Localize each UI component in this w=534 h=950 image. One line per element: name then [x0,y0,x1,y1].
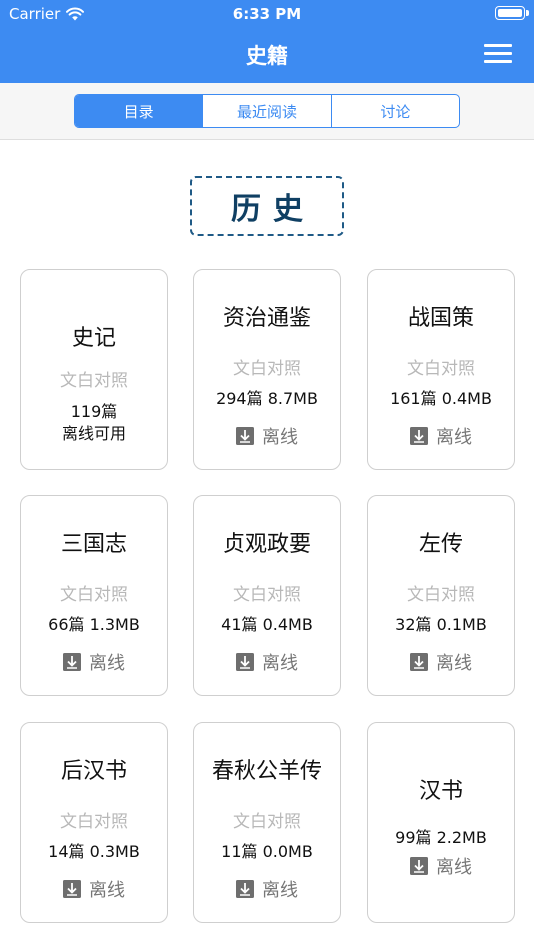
download-icon [63,653,81,671]
download-button[interactable]: 离线 [368,853,514,879]
status-time: 6:33 PM [232,5,302,23]
book-title: 贞观政要 [222,532,311,557]
download-button[interactable]: 离线 [21,876,167,902]
download-label: 离线 [436,653,472,674]
book-info: 119篇 离线可用 [21,401,167,445]
book-subtitle: 文白对照 [233,585,301,605]
book-subtitle: 文白对照 [60,371,128,391]
book-subtitle: 文白对照 [407,359,475,379]
download-button[interactable]: 离线 [194,649,340,675]
book-card[interactable]: 后汉书 文白对照 14篇 0.3MB 离线 [20,722,168,923]
book-title: 史记 [71,326,116,351]
status-bar: Carrier 6:33 PM [0,0,534,28]
book-card[interactable]: 史记 文白对照 119篇 离线可用 [20,269,168,470]
book-info: 32篇 0.1MB [395,615,487,634]
book-title: 资治通鉴 [222,306,311,331]
book-subtitle: 文白对照 [60,585,128,605]
download-icon [410,653,428,671]
book-title: 三国志 [60,532,127,557]
download-icon [63,880,81,898]
tab-strip: 目录 最近阅读 讨论 [0,83,534,140]
download-button[interactable]: 离线 [368,423,514,449]
book-title: 春秋公羊传 [211,759,322,784]
book-info: 11篇 0.0MB [221,842,313,861]
download-icon [236,880,254,898]
book-card[interactable]: 资治通鉴 文白对照 294篇 8.7MB 离线 [193,269,341,470]
download-button[interactable]: 离线 [194,423,340,449]
book-title: 后汉书 [60,759,127,784]
book-subtitle: 文白对照 [60,812,128,832]
menu-line [484,60,512,63]
download-label: 离线 [436,857,472,878]
book-subtitle: 文白对照 [233,812,301,832]
navigation-bar: Carrier 6:33 PM 史籍 [0,0,534,83]
download-label: 离线 [262,427,298,448]
book-card[interactable]: 三国志 文白对照 66篇 1.3MB 离线 [20,495,168,696]
book-card[interactable]: 汉书 99篇 2.2MB 离线 [367,722,515,923]
download-label: 离线 [89,653,125,674]
book-info: 66篇 1.3MB [48,615,140,634]
tab-catalog[interactable]: 目录 [75,95,204,127]
battery-icon [495,6,529,20]
book-info: 14篇 0.3MB [48,842,140,861]
book-title: 汉书 [418,779,463,804]
download-label: 离线 [262,653,298,674]
download-icon [410,857,428,875]
book-card[interactable]: 战国策 文白对照 161篇 0.4MB 离线 [367,269,515,470]
section-title: 历史 [190,176,344,236]
download-button[interactable]: 离线 [368,649,514,675]
download-label: 离线 [262,880,298,901]
segmented-control: 目录 最近阅读 讨论 [74,94,460,128]
book-card[interactable]: 春秋公羊传 文白对照 11篇 0.0MB 离线 [193,722,341,923]
download-label: 离线 [89,880,125,901]
download-icon [236,427,254,445]
book-card[interactable]: 贞观政要 文白对照 41篇 0.4MB 离线 [193,495,341,696]
offline-status: 离线可用 [61,424,126,443]
tab-recent-reading[interactable]: 最近阅读 [203,95,332,127]
menu-line [484,44,512,47]
download-label: 离线 [436,427,472,448]
book-subtitle: 文白对照 [407,585,475,605]
download-button[interactable]: 离线 [194,876,340,902]
book-title: 左传 [418,532,463,557]
book-info: 99篇 2.2MB [395,828,487,847]
download-icon [410,427,428,445]
book-card[interactable]: 左传 文白对照 32篇 0.1MB 离线 [367,495,515,696]
book-info: 41篇 0.4MB [221,615,313,634]
tab-discussion[interactable]: 讨论 [332,95,459,127]
book-title: 战国策 [407,306,474,331]
download-icon [236,653,254,671]
menu-icon[interactable] [484,44,512,64]
book-chapter-count: 119篇 [70,402,118,421]
menu-line [484,52,512,55]
book-subtitle: 文白对照 [233,359,301,379]
download-button[interactable]: 离线 [21,649,167,675]
book-info: 294篇 8.7MB [216,389,318,408]
book-info: 161篇 0.4MB [390,389,492,408]
page-title: 史籍 [246,44,288,68]
